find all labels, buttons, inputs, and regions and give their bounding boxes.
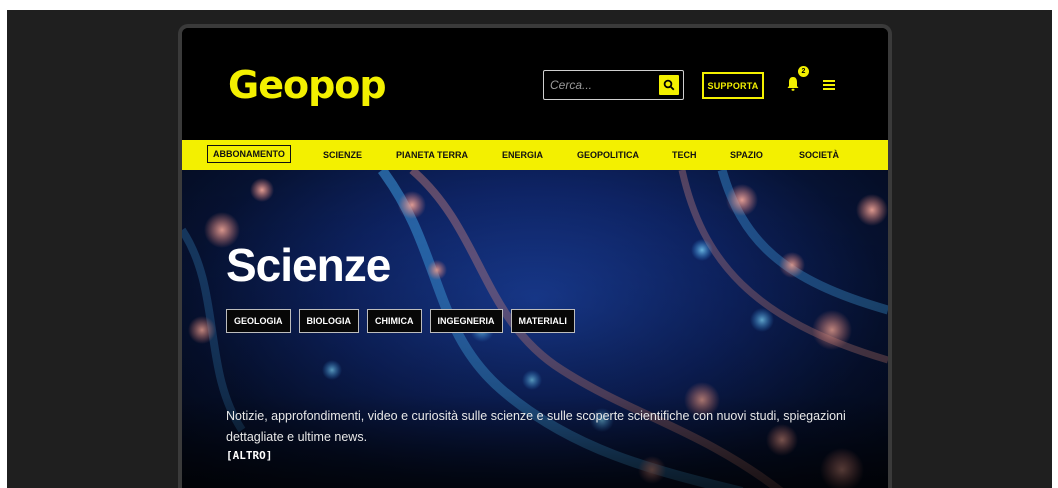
nav-item-tech[interactable]: TECH bbox=[672, 148, 697, 162]
site-header: Geopop SUPPORTA 2 bbox=[182, 28, 888, 140]
search-box bbox=[543, 70, 684, 100]
hamburger-icon[interactable] bbox=[823, 80, 835, 90]
logo-text: Geopop bbox=[228, 63, 387, 107]
search-icon bbox=[663, 79, 675, 91]
nav-item-societa[interactable]: SOCIETÀ bbox=[799, 148, 839, 162]
nav-item-energia[interactable]: ENERGIA bbox=[502, 148, 543, 162]
section-description: Notizie, approfondimenti, video e curios… bbox=[226, 409, 846, 444]
search-input[interactable] bbox=[544, 71, 656, 99]
nav-item-geopolitica[interactable]: GEOPOLITICA bbox=[577, 148, 639, 162]
supporta-button[interactable]: SUPPORTA bbox=[702, 72, 764, 99]
tag-ingegneria[interactable]: INGEGNERIA bbox=[429, 309, 503, 333]
category-tags: GEOLOGIA BIOLOGIA CHIMICA INGEGNERIA MAT… bbox=[226, 309, 575, 333]
bell-icon[interactable] bbox=[786, 76, 800, 92]
nav-item-spazio[interactable]: SPAZIO bbox=[730, 148, 763, 162]
nav-item-abbonamento[interactable]: ABBONAMENTO bbox=[207, 145, 291, 163]
browser-frame: Geopop SUPPORTA 2 ABBONAMENTO SCIENZE PI… bbox=[178, 24, 892, 488]
search-button[interactable] bbox=[659, 75, 679, 95]
main-nav: ABBONAMENTO SCIENZE PIANETA TERRA ENERGI… bbox=[182, 140, 888, 170]
notification-badge: 2 bbox=[798, 66, 809, 77]
page-title: Scienze bbox=[226, 239, 391, 291]
tag-chimica[interactable]: CHIMICA bbox=[367, 309, 422, 333]
tag-geologia[interactable]: GEOLOGIA bbox=[226, 309, 291, 333]
nav-item-scienze[interactable]: SCIENZE bbox=[323, 148, 362, 162]
hero-section: Scienze GEOLOGIA BIOLOGIA CHIMICA INGEGN… bbox=[182, 170, 888, 488]
tag-materiali[interactable]: MATERIALI bbox=[510, 309, 575, 333]
nav-item-pianeta-terra[interactable]: PIANETA TERRA bbox=[396, 148, 468, 162]
tag-biologia[interactable]: BIOLOGIA bbox=[298, 309, 360, 333]
geopop-logo[interactable]: Geopop bbox=[228, 62, 387, 108]
altro-link[interactable]: [ALTRO] bbox=[226, 449, 272, 462]
